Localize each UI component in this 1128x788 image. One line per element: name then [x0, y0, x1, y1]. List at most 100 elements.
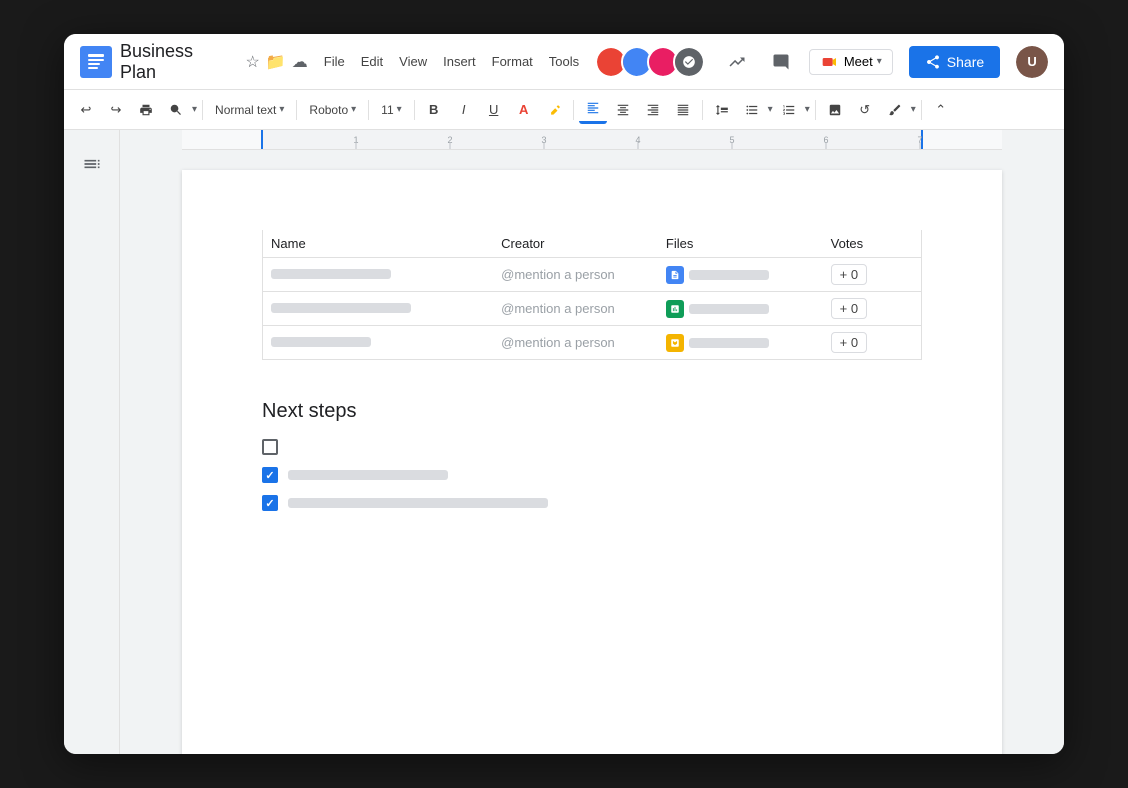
menu-edit[interactable]: Edit	[361, 54, 383, 69]
page-wrapper: Name Creator Files Votes	[182, 150, 1002, 754]
undo-button[interactable]: ↩	[72, 96, 100, 124]
star-icon[interactable]: ☆	[246, 52, 260, 72]
col-files-header: Files	[658, 230, 823, 258]
file-placeholder	[689, 338, 769, 348]
table-cell-files	[658, 292, 823, 326]
folder-icon[interactable]: 📁	[266, 52, 286, 72]
app-window: Business Plan ☆ 📁 ☁ File Edit View Inser…	[64, 34, 1064, 754]
table-cell-creator[interactable]: @mention a person	[493, 326, 658, 360]
numbered-chevron: ▾	[805, 104, 810, 115]
file-chip	[666, 300, 815, 318]
table-cell-files	[658, 258, 823, 292]
align-center-button[interactable]	[609, 96, 637, 124]
zoom-chevron: ▾	[192, 104, 197, 115]
font-chevron: ▾	[351, 104, 356, 115]
sidebar-panel	[64, 130, 120, 754]
vote-button[interactable]: + 0	[831, 298, 867, 319]
checklist	[262, 439, 922, 511]
checklist-text-placeholder	[288, 470, 448, 480]
font-size-select[interactable]: 11 ▾	[374, 100, 409, 120]
highlight-button[interactable]	[540, 96, 568, 124]
user-avatar[interactable]: U	[1016, 46, 1048, 78]
trending-icon[interactable]	[721, 46, 753, 78]
toolbar-divider-5	[573, 100, 574, 120]
header: Business Plan ☆ 📁 ☁ File Edit View Inser…	[64, 34, 1064, 90]
header-action-icons: ☆ 📁 ☁	[246, 52, 308, 72]
docs-app-icon	[80, 46, 112, 78]
checklist-item	[262, 467, 922, 483]
toolbar-divider-2	[296, 100, 297, 120]
align-left-button[interactable]	[579, 96, 607, 124]
checkbox-unchecked[interactable]	[262, 439, 278, 455]
checklist-text-placeholder	[288, 498, 548, 508]
toolbar-divider-8	[921, 100, 922, 120]
meet-icon	[820, 54, 840, 70]
table-cell-creator[interactable]: @mention a person	[493, 292, 658, 326]
menu-bar: File Edit View Insert Format Tools	[324, 54, 579, 69]
paragraph-style-select[interactable]: Normal text ▾	[208, 100, 291, 120]
menu-view[interactable]: View	[399, 54, 427, 69]
bullet-list-button[interactable]	[738, 96, 766, 124]
line-spacing-button[interactable]	[708, 96, 736, 124]
menu-tools[interactable]: Tools	[549, 54, 579, 69]
menu-format[interactable]: Format	[492, 54, 533, 69]
expand-button[interactable]: ⌃	[927, 96, 955, 124]
toolbar-divider-7	[815, 100, 816, 120]
comment-icon[interactable]	[765, 46, 797, 78]
ruler-svg: 1 2 3 4 5 6 7	[182, 130, 1002, 150]
outline-icon[interactable]	[74, 146, 110, 182]
underline-button[interactable]: U	[480, 96, 508, 124]
italic-button[interactable]: I	[450, 96, 478, 124]
menu-insert[interactable]: Insert	[443, 54, 476, 69]
meet-button[interactable]: Meet ▾	[809, 49, 893, 75]
toolbar-divider-3	[368, 100, 369, 120]
undo2-button[interactable]: ↺	[851, 96, 879, 124]
cloud-icon[interactable]: ☁	[292, 52, 308, 72]
file-chip	[666, 266, 815, 284]
image-button[interactable]	[821, 96, 849, 124]
pen-chevron: ▾	[911, 104, 916, 115]
pen-button[interactable]	[881, 96, 909, 124]
font-label: Roboto	[309, 103, 348, 117]
vote-button[interactable]: + 0	[831, 264, 867, 285]
table-cell-votes: + 0	[823, 326, 922, 360]
share-label: Share	[947, 54, 984, 70]
bullet-chevron: ▾	[768, 104, 773, 115]
collaborator-avatars	[595, 46, 705, 78]
numbered-list-button[interactable]	[775, 96, 803, 124]
checkbox-checked[interactable]	[262, 467, 278, 483]
checklist-item	[262, 495, 922, 511]
document-scroll-area[interactable]: 1 2 3 4 5 6 7	[120, 130, 1064, 754]
redo-button[interactable]: ↪	[102, 96, 130, 124]
name-placeholder	[271, 303, 411, 313]
data-table: Name Creator Files Votes	[262, 230, 922, 360]
table-cell-name	[263, 292, 494, 326]
zoom-button[interactable]	[162, 96, 190, 124]
vote-button[interactable]: + 0	[831, 332, 867, 353]
docs-file-icon	[666, 266, 684, 284]
paragraph-chevron: ▾	[279, 104, 284, 115]
print-button[interactable]	[132, 96, 160, 124]
name-placeholder	[271, 337, 371, 347]
checkbox-checked[interactable]	[262, 495, 278, 511]
creator-mention: @mention a person	[501, 301, 615, 316]
creator-mention: @mention a person	[501, 335, 615, 350]
text-color-button[interactable]: A	[510, 96, 538, 124]
toolbar-divider-4	[414, 100, 415, 120]
justify-button[interactable]	[669, 96, 697, 124]
align-right-button[interactable]	[639, 96, 667, 124]
bold-button[interactable]: B	[420, 96, 448, 124]
ruler: 1 2 3 4 5 6 7	[182, 130, 1002, 150]
slides-file-icon	[666, 334, 684, 352]
table-row: @mention a person	[263, 326, 922, 360]
table-cell-creator[interactable]: @mention a person	[493, 258, 658, 292]
document-title: Business Plan	[120, 41, 234, 83]
file-placeholder	[689, 270, 769, 280]
col-name-header: Name	[263, 230, 494, 258]
toolbar-divider-6	[702, 100, 703, 120]
share-button[interactable]: Share	[909, 46, 1000, 78]
font-select[interactable]: Roboto ▾	[302, 100, 363, 120]
meet-label: Meet	[844, 54, 873, 69]
menu-file[interactable]: File	[324, 54, 345, 69]
formatting-toolbar: ↩ ↪ ▾ Normal text ▾ Roboto ▾ 11 ▾ B I U …	[64, 90, 1064, 130]
